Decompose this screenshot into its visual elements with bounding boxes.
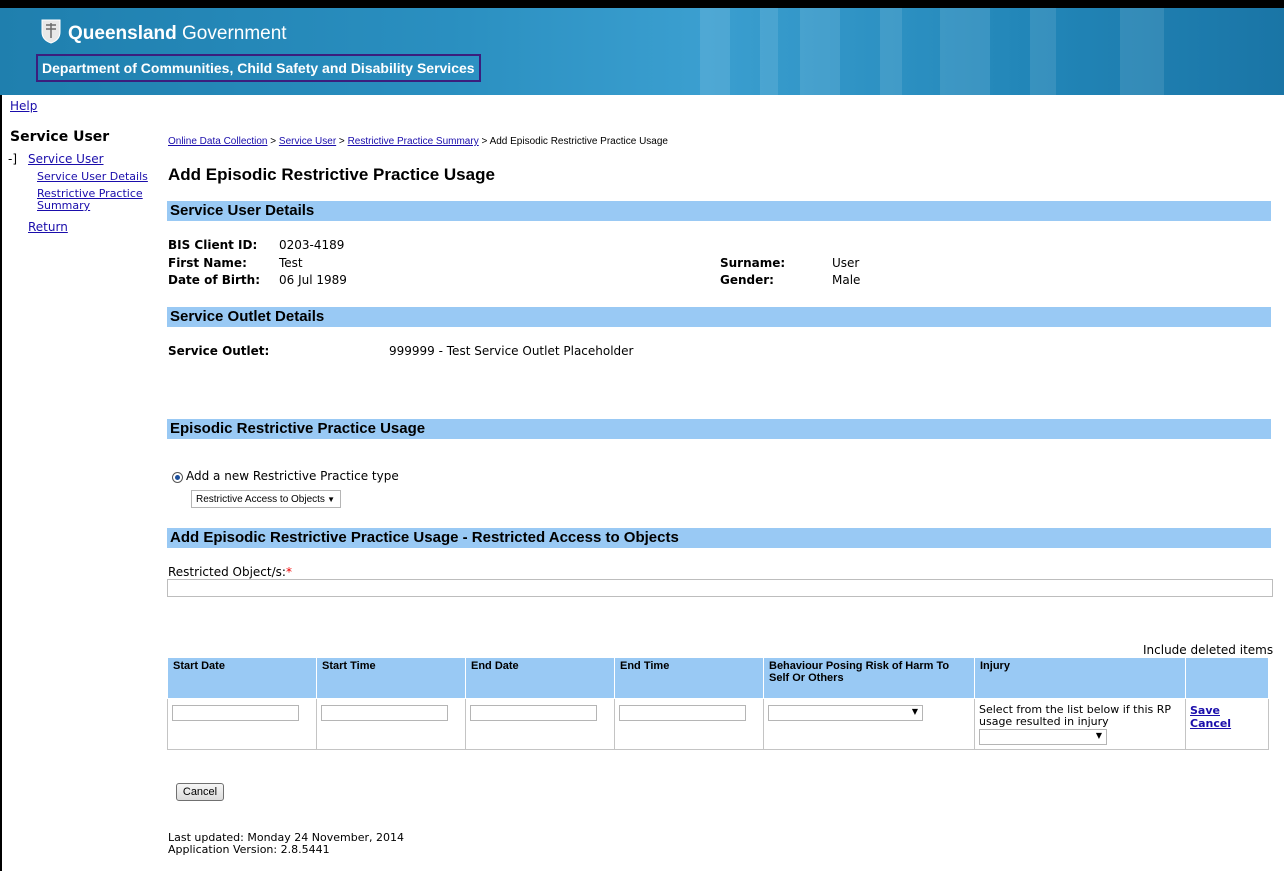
chevron-down-icon: ▼: [327, 495, 335, 504]
chevron-down-icon: ▼: [911, 707, 918, 716]
end-date-cell: [465, 698, 615, 750]
department-name: Department of Communities, Child Safety …: [36, 54, 481, 82]
practice-type-select[interactable]: Restrictive Access to Objects ▼: [191, 490, 341, 508]
row-save-link[interactable]: Save: [1190, 704, 1220, 717]
app-version: Application Version: 2.8.5441: [168, 843, 330, 856]
actions-cell: Save Cancel: [1185, 698, 1269, 750]
queensland-crest-icon: [41, 19, 61, 44]
breadcrumb-separator: >: [267, 136, 279, 147]
row-cancel-link[interactable]: Cancel: [1190, 717, 1231, 730]
include-deleted-items[interactable]: Include deleted items: [1143, 643, 1273, 657]
tree-toggle[interactable]: -]: [8, 152, 17, 166]
banner-stripe: [940, 8, 990, 95]
sidebar-item-restrictive-practice-summary[interactable]: Restrictive Practice Summary: [37, 188, 157, 212]
injury-select[interactable]: ▼: [979, 729, 1107, 745]
cancel-button[interactable]: Cancel: [176, 783, 224, 801]
col-end-time: End Time: [614, 657, 764, 699]
date-of-birth-label: Date of Birth:: [168, 273, 261, 287]
top-strip: [0, 0, 1284, 8]
end-date-input[interactable]: [470, 705, 597, 721]
col-behaviour: Behaviour Posing Risk of Harm To Self Or…: [763, 657, 975, 699]
sidebar-item-service-user-details[interactable]: Service User Details: [37, 170, 148, 183]
bis-client-id-value: 0203-4189: [279, 238, 345, 252]
end-time-input[interactable]: [619, 705, 746, 721]
gender-value: Male: [832, 273, 861, 287]
end-time-cell: [614, 698, 764, 750]
col-end-date: End Date: [465, 657, 615, 699]
service-outlet-value: 999999 - Test Service Outlet Placeholder: [389, 344, 634, 358]
banner-stripe: [1120, 8, 1164, 95]
left-border: [0, 95, 2, 871]
surname-value: User: [832, 256, 860, 270]
restricted-objects-input[interactable]: [167, 579, 1273, 597]
section-add-usage-objects: Add Episodic Restrictive Practice Usage …: [167, 528, 1271, 548]
section-service-outlet-details: Service Outlet Details: [167, 307, 1271, 327]
add-practice-type-radio[interactable]: [172, 472, 183, 483]
breadcrumb-online-data-collection[interactable]: Online Data Collection: [168, 136, 268, 147]
practice-type-selected: Restrictive Access to Objects: [196, 494, 325, 505]
col-start-time: Start Time: [316, 657, 466, 699]
footer: Last updated: Monday 24 November, 2014 A…: [168, 832, 404, 856]
usage-grid: Start Date Start Time End Date End Time …: [167, 657, 1269, 750]
page-title: Add Episodic Restrictive Practice Usage: [168, 165, 495, 184]
breadcrumb: Online Data Collection > Service User > …: [168, 136, 668, 147]
service-outlet-label: Service Outlet:: [168, 344, 270, 358]
injury-hint: Select from the list below if this RP us…: [979, 703, 1172, 728]
banner-stripe: [700, 8, 730, 95]
start-time-input[interactable]: [321, 705, 448, 721]
sidebar-item-service-user[interactable]: Service User: [28, 152, 104, 166]
col-injury: Injury: [974, 657, 1186, 699]
table-row: ▼ Select from the list below if this RP …: [167, 698, 1269, 750]
first-name-label: First Name:: [168, 256, 247, 270]
sidebar-item-return[interactable]: Return: [28, 220, 68, 234]
required-marker: *: [285, 565, 292, 579]
sidebar-title: Service User: [10, 129, 110, 145]
banner-stripe: [760, 8, 778, 95]
breadcrumb-service-user[interactable]: Service User: [279, 136, 336, 147]
start-date-cell: [167, 698, 317, 750]
injury-cell: Select from the list below if this RP us…: [974, 698, 1186, 750]
header-banner: Queensland Government Department of Comm…: [0, 8, 1284, 95]
behaviour-cell: ▼: [763, 698, 975, 750]
section-episodic-usage: Episodic Restrictive Practice Usage: [167, 419, 1271, 439]
banner-stripe: [800, 8, 840, 95]
help-link[interactable]: Help: [10, 99, 37, 113]
col-actions: [1185, 657, 1269, 699]
surname-label: Surname:: [720, 256, 786, 270]
start-date-input[interactable]: [172, 705, 299, 721]
date-of-birth-value: 06 Jul 1989: [279, 273, 347, 287]
breadcrumb-separator: >: [336, 136, 348, 147]
banner-stripe: [1030, 8, 1056, 95]
brand-title: Queensland Government: [68, 23, 287, 44]
chevron-down-icon: ▼: [1095, 731, 1102, 740]
gender-label: Gender:: [720, 273, 774, 287]
restricted-objects-label: Restricted Object/s:*: [168, 565, 292, 579]
col-start-date: Start Date: [167, 657, 317, 699]
banner-stripe: [880, 8, 902, 95]
breadcrumb-current: Add Episodic Restrictive Practice Usage: [489, 136, 668, 147]
behaviour-select[interactable]: ▼: [768, 705, 923, 721]
breadcrumb-separator: >: [478, 136, 490, 147]
breadcrumb-restrictive-practice-summary[interactable]: Restrictive Practice Summary: [348, 136, 479, 147]
bis-client-id-label: BIS Client ID:: [168, 238, 258, 252]
section-service-user-details: Service User Details: [167, 201, 1271, 221]
start-time-cell: [316, 698, 466, 750]
add-practice-type-label[interactable]: Add a new Restrictive Practice type: [186, 469, 399, 483]
first-name-value: Test: [279, 256, 303, 270]
